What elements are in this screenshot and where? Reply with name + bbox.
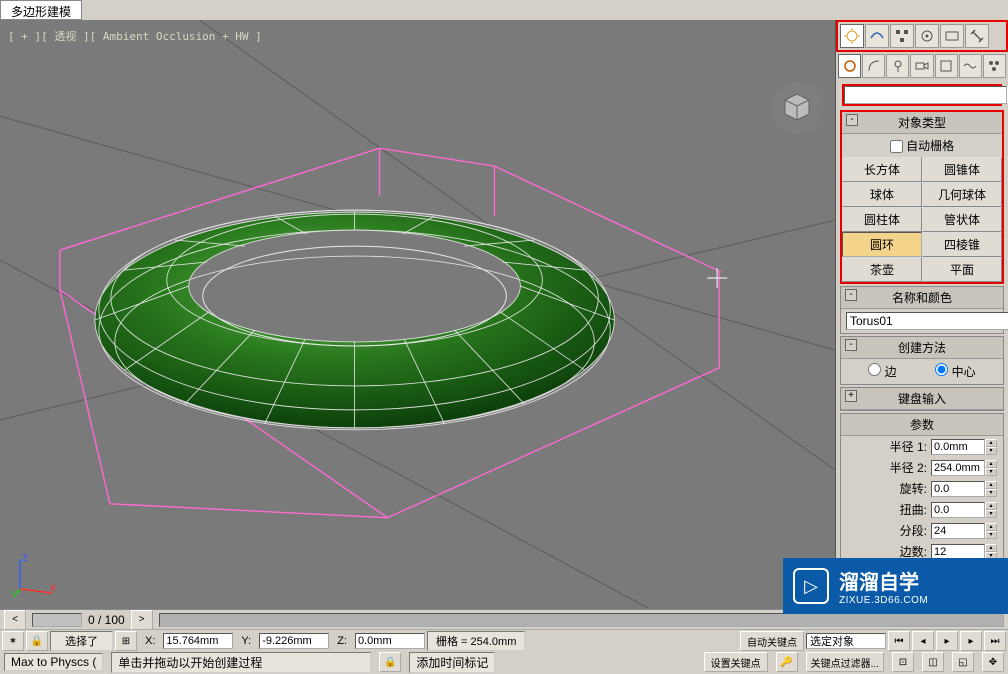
- radius2-spinner[interactable]: ▴▾: [931, 460, 997, 476]
- keyfilter-button[interactable]: 关键点过滤器...: [806, 652, 884, 672]
- object-name-input[interactable]: [846, 312, 1008, 330]
- lights-icon[interactable]: [886, 54, 909, 78]
- object-type-rollout: -对象类型 自动栅格 长方体 圆锥体 球体 几何球体 圆柱体 管状体 圆环 四棱…: [840, 110, 1004, 284]
- edge-radio[interactable]: 边: [868, 363, 896, 380]
- keyboard-entry-rollout: +键盘输入: [840, 387, 1004, 411]
- rotate-spinner[interactable]: ▴▾: [931, 481, 997, 497]
- geometry-icon[interactable]: [838, 54, 861, 78]
- goto-end-icon[interactable]: ⏭: [984, 631, 1006, 651]
- grid-readout: 栅格 = 254.0mm: [427, 631, 525, 651]
- spacewarps-icon[interactable]: [959, 54, 982, 78]
- primitive-dropdown[interactable]: 标准基本体 ▾: [842, 84, 1002, 106]
- viewcube[interactable]: [769, 80, 825, 136]
- create-tab-icon[interactable]: [840, 24, 864, 48]
- keyboard-entry-header[interactable]: +键盘输入: [841, 388, 1003, 410]
- plane-button[interactable]: 平面: [922, 257, 1002, 282]
- viewport-canvas: [0, 20, 835, 609]
- x-field[interactable]: [163, 633, 233, 649]
- command-panel: 标准基本体 ▾ -对象类型 自动栅格 长方体 圆锥体 球体 几何球体 圆柱体 管…: [836, 20, 1008, 609]
- z-field[interactable]: [355, 633, 425, 649]
- timeline-slider[interactable]: [32, 613, 82, 627]
- watermark: ▷ 溜溜自学ZIXUE.3D66.COM: [783, 558, 1008, 614]
- torus-button[interactable]: 圆环: [842, 232, 922, 257]
- segments-label: 分段:: [847, 522, 927, 539]
- hierarchy-tab-icon[interactable]: [890, 24, 914, 48]
- lock-icon[interactable]: 🔒: [26, 631, 48, 651]
- command-panel-tabs: [836, 20, 1008, 52]
- twist-label: 扭曲:: [847, 501, 927, 518]
- name-color-rollout: -名称和颜色: [840, 286, 1004, 334]
- svg-text:z: z: [22, 551, 28, 564]
- viewport[interactable]: [ + ][ 透视 ][ Ambient Occlusion + HW ]: [0, 20, 836, 609]
- creation-method-header[interactable]: -创建方法: [841, 337, 1003, 359]
- viewport-label: [ + ][ 透视 ][ Ambient Occlusion + HW ]: [8, 28, 262, 44]
- svg-text:y: y: [12, 586, 18, 597]
- autokey-button[interactable]: 自动关键点: [740, 631, 804, 651]
- primitive-dropdown-value: 标准基本体: [844, 86, 1007, 104]
- keymode-dropdown[interactable]: [806, 633, 886, 649]
- radius1-label: 半径 1:: [847, 438, 927, 455]
- viewport-nav3-icon[interactable]: ◱: [952, 652, 974, 672]
- hint-readout: 单击并拖动以开始创建过程: [111, 652, 371, 673]
- teapot-button[interactable]: 茶壶: [842, 257, 922, 282]
- selected-readout: 选择了: [50, 631, 113, 651]
- modify-tab-icon[interactable]: [865, 24, 889, 48]
- creation-method-rollout: -创建方法 边 中心: [840, 336, 1004, 385]
- addtime-readout[interactable]: 添加时间标记: [409, 652, 495, 673]
- center-radio[interactable]: 中心: [935, 363, 975, 380]
- y-label: Y:: [235, 635, 257, 647]
- viewport-nav4-icon[interactable]: ✥: [982, 652, 1004, 672]
- z-label: Z:: [331, 635, 353, 647]
- geosphere-button[interactable]: 几何球体: [922, 182, 1002, 207]
- autogrid-checkbox[interactable]: 自动栅格: [890, 139, 954, 153]
- helpers-icon[interactable]: [935, 54, 958, 78]
- rotate-label: 旋转:: [847, 480, 927, 497]
- frame-readout: 0 / 100: [88, 613, 125, 627]
- setkey-icon[interactable]: ✶: [2, 631, 24, 651]
- display-tab-icon[interactable]: [940, 24, 964, 48]
- tab-polymodeling[interactable]: 多边形建模: [0, 0, 82, 20]
- utilities-tab-icon[interactable]: [965, 24, 989, 48]
- name-color-header[interactable]: -名称和颜色: [841, 287, 1003, 309]
- play-icon-btn[interactable]: ▸: [936, 631, 958, 651]
- parameters-header[interactable]: 参数: [841, 414, 1003, 436]
- twist-spinner[interactable]: ▴▾: [931, 502, 997, 518]
- setkey-button[interactable]: 设置关键点: [704, 652, 768, 672]
- cameras-icon[interactable]: [910, 54, 933, 78]
- radius2-label: 半径 2:: [847, 459, 927, 476]
- bottom-bar: < 0 / 100 > ✶ 🔒 选择了 ⊞ X: Y: Z: 栅格 = 254.…: [0, 609, 1008, 674]
- lock-sel-icon[interactable]: 🔒: [379, 652, 401, 672]
- coord-toggle-icon[interactable]: ⊞: [115, 631, 137, 651]
- motion-tab-icon[interactable]: [915, 24, 939, 48]
- y-field[interactable]: [259, 633, 329, 649]
- cylinder-button[interactable]: 圆柱体: [842, 207, 922, 232]
- sphere-button[interactable]: 球体: [842, 182, 922, 207]
- axis-gizmo: z x y: [12, 551, 58, 597]
- timeline-prev-icon[interactable]: <: [4, 610, 26, 630]
- pyramid-button[interactable]: 四棱锥: [922, 232, 1002, 257]
- tube-button[interactable]: 管状体: [922, 207, 1002, 232]
- x-label: X:: [139, 635, 161, 647]
- script-readout: Max to Physcs (: [4, 653, 103, 671]
- cone-button[interactable]: 圆锥体: [922, 157, 1002, 182]
- goto-start-icon[interactable]: ⏮: [888, 631, 910, 651]
- next-frame-icon[interactable]: ▸: [960, 631, 982, 651]
- viewport-nav2-icon[interactable]: ◫: [922, 652, 944, 672]
- radius1-spinner[interactable]: ▴▾: [931, 439, 997, 455]
- shapes-icon[interactable]: [862, 54, 885, 78]
- svg-text:x: x: [50, 580, 56, 594]
- key-icon[interactable]: 🔑: [776, 652, 798, 672]
- box-button[interactable]: 长方体: [842, 157, 922, 182]
- viewport-nav1-icon[interactable]: ⊡: [892, 652, 914, 672]
- object-type-header[interactable]: -对象类型: [842, 112, 1002, 134]
- play-icon: ▷: [793, 568, 829, 604]
- prev-frame-icon[interactable]: ◂: [912, 631, 934, 651]
- timeline-next-icon[interactable]: >: [131, 610, 153, 630]
- segments-spinner[interactable]: ▴▾: [931, 523, 997, 539]
- create-category-row: [836, 52, 1008, 80]
- systems-icon[interactable]: [983, 54, 1006, 78]
